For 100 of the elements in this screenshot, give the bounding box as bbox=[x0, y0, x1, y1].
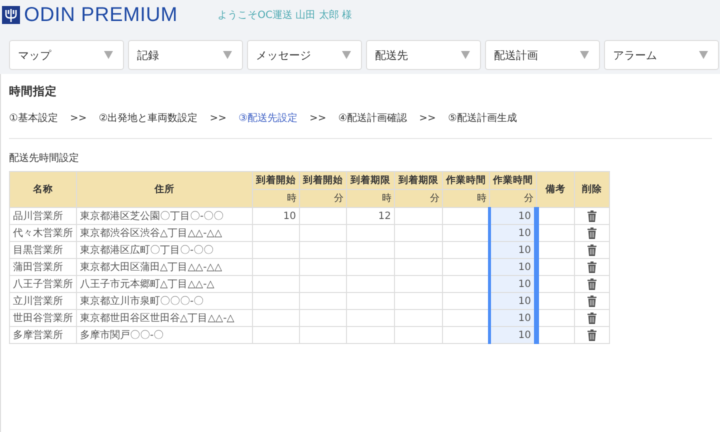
table-cell[interactable] bbox=[346, 258, 394, 276]
table-cell[interactable] bbox=[252, 310, 300, 326]
table-cell[interactable] bbox=[394, 326, 442, 344]
column-header[interactable]: 備考 bbox=[536, 172, 574, 208]
trash-icon[interactable] bbox=[587, 312, 597, 324]
column-header[interactable]: 作業時間 bbox=[442, 172, 490, 190]
step-link[interactable]: ①基本設定 bbox=[9, 111, 58, 125]
table-cell[interactable]: 10 bbox=[490, 208, 536, 224]
step-link[interactable]: ⑤配送計画生成 bbox=[448, 111, 517, 125]
trash-icon[interactable] bbox=[587, 227, 597, 239]
table-cell: 品川営業所 bbox=[10, 208, 76, 224]
table-cell[interactable]: 10 bbox=[490, 276, 536, 292]
table-cell[interactable] bbox=[300, 242, 346, 258]
table-cell: 八王子営業所 bbox=[10, 276, 76, 292]
table-cell[interactable] bbox=[346, 326, 394, 344]
table-cell: 八王子市元本郷町△丁目△△-△ bbox=[76, 276, 252, 292]
table-cell[interactable] bbox=[394, 224, 442, 242]
table-cell[interactable] bbox=[394, 310, 442, 326]
table-cell[interactable] bbox=[394, 242, 442, 258]
table-cell[interactable] bbox=[252, 276, 300, 292]
table-cell[interactable] bbox=[300, 310, 346, 326]
unit-header: 分 bbox=[394, 190, 442, 208]
step-separator: >> bbox=[70, 112, 87, 124]
logo-text: ODIN PREMIUM bbox=[24, 4, 178, 26]
table-cell[interactable] bbox=[252, 242, 300, 258]
column-header[interactable]: 名称 bbox=[10, 172, 76, 208]
table-cell: 目黒営業所 bbox=[10, 242, 76, 258]
table-cell[interactable] bbox=[252, 326, 300, 344]
table-cell[interactable] bbox=[300, 292, 346, 310]
caret-icon bbox=[342, 51, 351, 59]
table-cell[interactable]: 10 bbox=[490, 242, 536, 258]
table-cell[interactable] bbox=[394, 292, 442, 310]
table-cell: 東京都港区芝公園〇丁目〇-〇〇 bbox=[76, 208, 252, 224]
table-cell[interactable] bbox=[346, 276, 394, 292]
table-cell[interactable] bbox=[300, 258, 346, 276]
table-cell[interactable] bbox=[252, 224, 300, 242]
unit-header: 時 bbox=[346, 190, 394, 208]
step-link[interactable]: ②出発地と車両数設定 bbox=[98, 111, 198, 125]
step-separator: >> bbox=[419, 112, 436, 124]
step-link[interactable]: ④配送計画確認 bbox=[338, 111, 408, 125]
caret-icon bbox=[104, 51, 113, 59]
table-cell[interactable] bbox=[346, 292, 394, 310]
table-cell[interactable] bbox=[300, 276, 346, 292]
welcome-text: ようこそOC運送 山田 太郎 様 bbox=[218, 8, 352, 22]
unit-header: 分 bbox=[490, 190, 536, 208]
table-cell[interactable] bbox=[252, 258, 300, 276]
menu-dropdown[interactable]: 配送先 bbox=[366, 40, 481, 70]
table-cell[interactable] bbox=[252, 292, 300, 310]
table-cell[interactable]: 10 bbox=[252, 208, 300, 224]
step-separator: >> bbox=[210, 112, 226, 124]
menu-dropdown[interactable]: 記録 bbox=[128, 40, 243, 70]
table-cell[interactable]: 10 bbox=[490, 292, 536, 310]
table-cell[interactable]: 10 bbox=[490, 258, 536, 276]
step-link[interactable]: ③配送先設定 bbox=[238, 111, 298, 125]
table-cell: 東京都世田谷区世田谷△丁目△△-△ bbox=[76, 310, 252, 326]
trash-icon[interactable] bbox=[587, 210, 597, 222]
table-cell[interactable] bbox=[394, 258, 442, 276]
column-header[interactable]: 到着期限 bbox=[394, 172, 442, 190]
table-cell: 東京都大田区蒲田△丁目△△-△△ bbox=[76, 258, 252, 276]
trash-icon[interactable] bbox=[587, 278, 597, 290]
table-cell[interactable] bbox=[300, 326, 346, 344]
unit-header: 時 bbox=[442, 190, 490, 208]
trash-icon[interactable] bbox=[587, 244, 597, 256]
menu-dropdown[interactable]: メッセージ bbox=[247, 40, 362, 70]
table-cell[interactable] bbox=[300, 224, 346, 242]
table-cell[interactable] bbox=[394, 276, 442, 292]
column-header[interactable]: 到着期限 bbox=[346, 172, 394, 190]
caret-icon bbox=[223, 51, 232, 59]
table-cell: 世田谷営業所 bbox=[10, 310, 76, 326]
table-cell[interactable]: 12 bbox=[346, 208, 394, 224]
table-cell: 東京都渋谷区渋谷△丁目△△-△△ bbox=[76, 224, 252, 242]
trash-icon[interactable] bbox=[587, 329, 597, 341]
page-title: 時間指定 bbox=[9, 84, 58, 99]
menu-dropdown[interactable]: アラーム bbox=[604, 40, 719, 70]
section-title: 配送先時間設定 bbox=[9, 152, 80, 165]
column-header[interactable]: 住所 bbox=[76, 172, 252, 208]
menu-dropdown[interactable]: マップ bbox=[9, 40, 124, 70]
column-header[interactable]: 到着開始 bbox=[300, 172, 346, 190]
table-cell: 多摩営業所 bbox=[10, 326, 76, 344]
trash-icon[interactable] bbox=[587, 261, 597, 273]
table-cell: 東京都港区広町〇丁目〇-〇〇 bbox=[76, 242, 252, 258]
unit-header: 分 bbox=[300, 190, 346, 208]
trash-icon[interactable] bbox=[587, 295, 597, 307]
table-cell[interactable]: 10 bbox=[490, 224, 536, 242]
column-header[interactable]: 削除 bbox=[574, 172, 610, 208]
table-cell[interactable] bbox=[394, 208, 442, 224]
column-header[interactable]: 作業時間 bbox=[490, 172, 536, 190]
trident-logo-icon bbox=[2, 6, 20, 24]
table-cell: 東京都立川市泉町〇〇〇-〇 bbox=[76, 292, 252, 310]
menu-dropdown[interactable]: 配送計画 bbox=[485, 40, 600, 70]
column-header[interactable]: 到着開始 bbox=[252, 172, 300, 190]
table-cell[interactable] bbox=[346, 224, 394, 242]
table-cell[interactable] bbox=[346, 310, 394, 326]
table-cell[interactable]: 10 bbox=[490, 326, 536, 344]
table-cell: 蒲田営業所 bbox=[10, 258, 76, 276]
table-cell[interactable] bbox=[300, 208, 346, 224]
caret-icon bbox=[699, 51, 708, 59]
table-cell[interactable]: 10 bbox=[490, 310, 536, 326]
table-cell[interactable] bbox=[346, 242, 394, 258]
step-separator: >> bbox=[309, 112, 326, 124]
